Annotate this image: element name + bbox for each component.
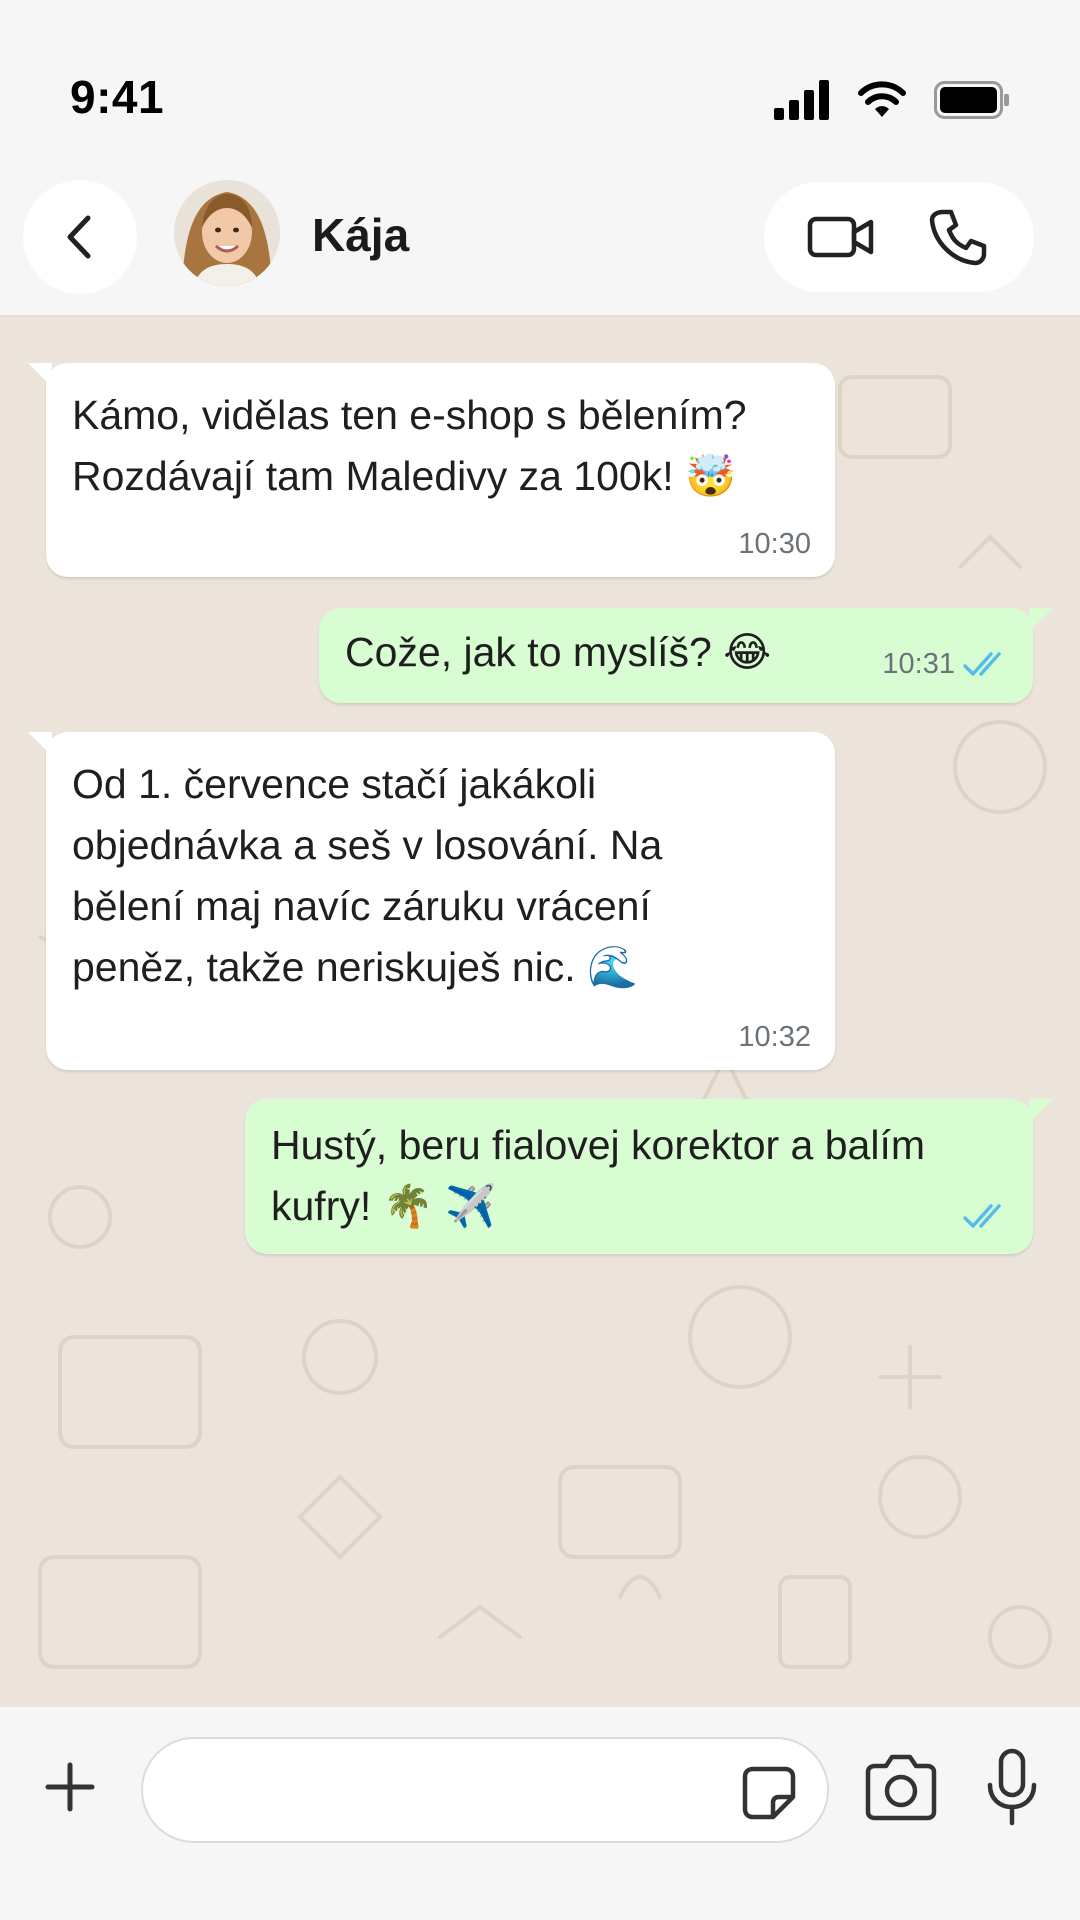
status-bar: 9:41 bbox=[0, 0, 1080, 160]
message-meta: 10:31 bbox=[882, 647, 1009, 681]
message-meta: 10:32 bbox=[738, 1020, 811, 1054]
bubble-tail bbox=[28, 732, 52, 756]
back-button[interactable] bbox=[23, 180, 137, 294]
contact-avatar-image bbox=[174, 180, 280, 286]
avatar[interactable] bbox=[174, 180, 280, 286]
chat-area[interactable]: Kámo, vidělas ten e-shop s bělením? Rozd… bbox=[0, 317, 1080, 1707]
message-text: Kámo, vidělas ten e-shop s bělením? Rozd… bbox=[72, 392, 747, 499]
chevron-left-icon bbox=[67, 215, 91, 259]
voice-call-button[interactable] bbox=[913, 192, 1003, 282]
battery-icon bbox=[934, 81, 1009, 119]
message-text: Hustý, beru fialovej korektor a balím ku… bbox=[271, 1122, 925, 1229]
message-time: 10:31 bbox=[882, 648, 955, 680]
attach-button[interactable] bbox=[38, 1755, 102, 1819]
cellular-signal-icon bbox=[774, 80, 829, 120]
sticker-icon bbox=[742, 1766, 796, 1820]
message-bubble-incoming[interactable]: Kámo, vidělas ten e-shop s bělením? Rozd… bbox=[28, 363, 835, 577]
status-time: 9:41 bbox=[70, 71, 165, 123]
camera-button[interactable] bbox=[862, 1752, 940, 1822]
contact-name[interactable]: Kája bbox=[312, 208, 409, 262]
microphone-icon bbox=[987, 1748, 1037, 1826]
sticker-button[interactable] bbox=[739, 1763, 799, 1823]
chat-header: Kája bbox=[0, 160, 1080, 317]
status-icons bbox=[774, 78, 1010, 122]
bubble-tail bbox=[1029, 608, 1053, 632]
message-bubble-incoming[interactable]: Od 1. července stačí jakákoli objednávka… bbox=[28, 732, 835, 1070]
bubble-tail bbox=[28, 363, 52, 387]
video-camera-icon bbox=[807, 216, 873, 258]
message-bubble-outgoing[interactable]: Hustý, beru fialovej korektor a balím ku… bbox=[245, 1099, 1053, 1254]
video-call-button[interactable] bbox=[796, 192, 886, 282]
message-text: Od 1. července stačí jakákoli objednávka… bbox=[72, 761, 663, 990]
read-ticks-icon bbox=[963, 1204, 1001, 1228]
camera-icon bbox=[865, 1754, 937, 1821]
message-input[interactable] bbox=[171, 1759, 735, 1825]
message-time: 10:32 bbox=[738, 1021, 811, 1053]
phone-icon bbox=[929, 209, 986, 266]
wifi-icon bbox=[858, 81, 906, 117]
call-actions bbox=[764, 182, 1034, 292]
bubble-tail bbox=[1029, 1099, 1053, 1123]
message-meta bbox=[955, 1202, 1009, 1230]
message-bubble-outgoing[interactable]: Cože, jak to myslíš? 😂 10:31 bbox=[319, 608, 1053, 703]
message-time: 10:30 bbox=[738, 528, 811, 560]
composer-bar bbox=[0, 1707, 1080, 1920]
message-input-field[interactable] bbox=[141, 1737, 829, 1843]
read-ticks-icon bbox=[963, 652, 1001, 676]
voice-message-button[interactable] bbox=[984, 1747, 1040, 1829]
plus-icon bbox=[45, 1762, 95, 1812]
message-meta: 10:30 bbox=[738, 527, 811, 561]
